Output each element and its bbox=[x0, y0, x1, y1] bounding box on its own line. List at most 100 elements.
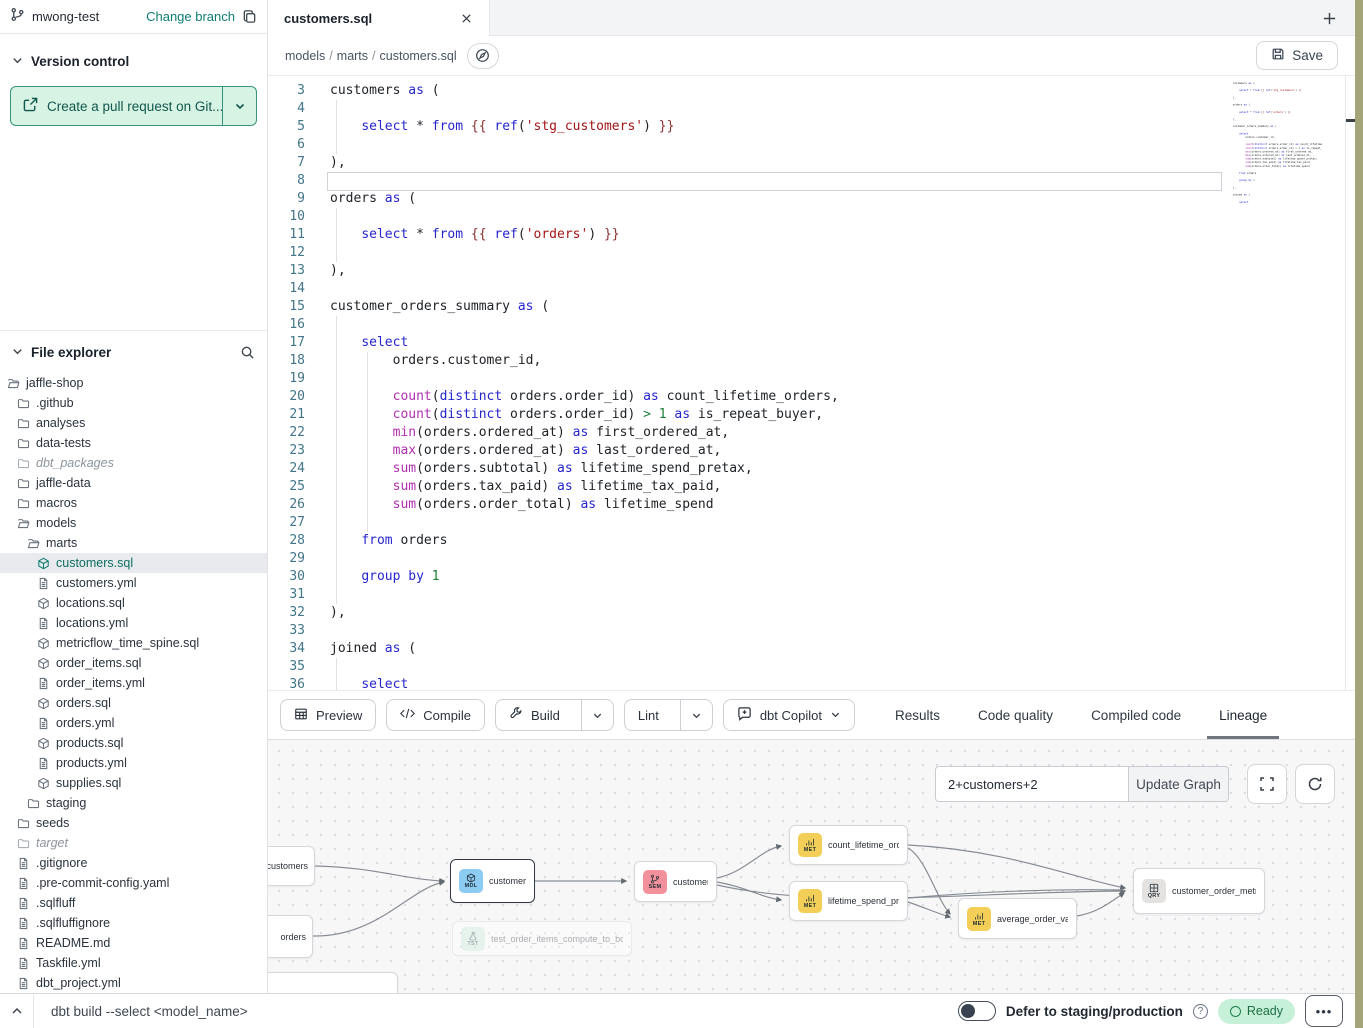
lineage-node-count_lifetime_orders[interactable]: METcount_lifetime_orders bbox=[789, 825, 908, 865]
close-icon[interactable] bbox=[460, 12, 473, 25]
more-options-button[interactable]: ••• bbox=[1305, 995, 1343, 1027]
copy-icon[interactable] bbox=[242, 9, 257, 24]
model-cube-icon bbox=[37, 597, 50, 610]
editor-header: models/marts/customers.sql Save bbox=[268, 36, 1355, 76]
collapse-panel-button[interactable] bbox=[0, 994, 34, 1028]
file-tree-item-orders-yml[interactable]: orders.yml bbox=[0, 713, 267, 733]
file-tree-item-customers-sql[interactable]: customers.sql bbox=[0, 553, 267, 573]
file-tree-item-marts[interactable]: marts bbox=[0, 533, 267, 553]
line-number: 27 bbox=[268, 514, 305, 532]
lint-button[interactable]: Lint bbox=[625, 700, 672, 730]
file-tree-item-order-items-sql[interactable]: order_items.sql bbox=[0, 653, 267, 673]
file-tree-item-dbt-packages[interactable]: dbt_packages bbox=[0, 453, 267, 473]
copilot-dropdown-caret[interactable] bbox=[830, 708, 841, 723]
file-tree-item-customers-yml[interactable]: customers.yml bbox=[0, 573, 267, 593]
ready-status-badge[interactable]: Ready bbox=[1218, 999, 1295, 1024]
file-tree-item-macros[interactable]: macros bbox=[0, 493, 267, 513]
file-tree-item-order-items-yml[interactable]: order_items.yml bbox=[0, 673, 267, 693]
file-tree-item--gitignore[interactable]: .gitignore bbox=[0, 853, 267, 873]
wrench-icon bbox=[509, 707, 523, 724]
lineage-node-customers_mdl[interactable]: MDLcustomers bbox=[450, 859, 535, 903]
chevron-down-icon[interactable] bbox=[12, 54, 23, 69]
create-pr-button[interactable]: Create a pull request on Git... bbox=[10, 86, 257, 126]
doc-icon bbox=[17, 917, 30, 930]
lint-dropdown-caret[interactable] bbox=[680, 700, 712, 730]
indent-guide bbox=[336, 568, 337, 586]
compass-icon-button[interactable] bbox=[467, 43, 499, 69]
fullscreen-button[interactable] bbox=[1247, 764, 1287, 804]
file-tree-item-metricflow-time-spine-sql[interactable]: metricflow_time_spine.sql bbox=[0, 633, 267, 653]
lineage-node-orders[interactable]: orders bbox=[268, 915, 313, 958]
code-editor[interactable]: 23customers as (45 select * from {{ ref(… bbox=[268, 76, 1355, 690]
file-tree-item-taskfile-yml[interactable]: Taskfile.yml bbox=[0, 953, 267, 973]
file-tree-item-staging[interactable]: staging bbox=[0, 793, 267, 813]
file-tree-item-locations-yml[interactable]: locations.yml bbox=[0, 613, 267, 633]
lineage-node-partial_bottom[interactable] bbox=[268, 972, 398, 993]
file-tree-item-data-tests[interactable]: data-tests bbox=[0, 433, 267, 453]
breadcrumb-segment[interactable]: models bbox=[285, 49, 325, 63]
refresh-button[interactable] bbox=[1295, 764, 1335, 804]
breadcrumb-segment[interactable]: marts bbox=[337, 49, 368, 63]
line-number: 24 bbox=[268, 460, 305, 478]
compile-button[interactable]: Compile bbox=[386, 699, 485, 731]
tab-customers-sql[interactable]: customers.sql bbox=[268, 0, 490, 36]
editor-scrollbar[interactable] bbox=[1345, 76, 1355, 690]
lineage-node-test_node[interactable]: TSTtest_order_items_compute_to_bools... bbox=[452, 921, 632, 956]
new-tab-button[interactable] bbox=[1317, 6, 1341, 30]
code-line-16: 16 bbox=[268, 316, 1355, 334]
panel-tab-compiled-code[interactable]: Compiled code bbox=[1091, 691, 1181, 739]
file-tree-item--sqlfluff[interactable]: .sqlfluff bbox=[0, 893, 267, 913]
file-tree-item--sqlfluffignore[interactable]: .sqlfluffignore bbox=[0, 913, 267, 933]
file-tree-item-target[interactable]: target bbox=[0, 833, 267, 853]
lineage-node-customers_sem[interactable]: SEMcustomers bbox=[634, 861, 717, 902]
lineage-node-customer_order_metrics[interactable]: QRYcustomer_order_metrics bbox=[1133, 868, 1265, 914]
pr-dropdown-caret[interactable] bbox=[222, 87, 256, 125]
dbt-command-text[interactable]: dbt build --select <model_name> bbox=[51, 1004, 248, 1019]
file-tree-item-supplies-sql[interactable]: supplies.sql bbox=[0, 773, 267, 793]
line-number: 10 bbox=[268, 208, 305, 226]
search-icon[interactable] bbox=[240, 345, 255, 360]
build-button[interactable]: Build bbox=[496, 700, 573, 730]
build-dropdown-caret[interactable] bbox=[581, 700, 613, 730]
file-tree-item-jaffle-data[interactable]: jaffle-data bbox=[0, 473, 267, 493]
file-tree-item-products-yml[interactable]: products.yml bbox=[0, 753, 267, 773]
file-tree-item-seeds[interactable]: seeds bbox=[0, 813, 267, 833]
file-tree-item-dbt-project-yml[interactable]: dbt_project.yml bbox=[0, 973, 267, 993]
file-tree-item--github[interactable]: .github bbox=[0, 393, 267, 413]
lineage-node-lifetime_spend_pretax[interactable]: METlifetime_spend_pretax bbox=[789, 881, 908, 921]
file-tree-item-readme-md[interactable]: README.md bbox=[0, 933, 267, 953]
file-tree-item-orders-sql[interactable]: orders.sql bbox=[0, 693, 267, 713]
file-tree-item-models[interactable]: models bbox=[0, 513, 267, 533]
doc-icon bbox=[17, 877, 30, 890]
panel-tab-lineage[interactable]: Lineage bbox=[1219, 691, 1267, 739]
chevron-down-icon[interactable] bbox=[12, 345, 23, 360]
file-tree-item-jaffle-shop[interactable]: jaffle-shop bbox=[0, 373, 267, 393]
panel-tab-code-quality[interactable]: Code quality bbox=[978, 691, 1053, 739]
update-graph-button[interactable]: Update Graph bbox=[1128, 766, 1229, 802]
indent-guide bbox=[336, 658, 337, 676]
save-icon bbox=[1271, 47, 1285, 64]
file-tree-item-locations-sql[interactable]: locations.sql bbox=[0, 593, 267, 613]
defer-label: Defer to staging/production bbox=[1006, 1004, 1183, 1019]
preview-button[interactable]: Preview bbox=[280, 699, 376, 731]
file-tree-label: supplies.sql bbox=[56, 776, 121, 790]
file-tree-label: data-tests bbox=[36, 436, 91, 450]
file-tree-item-products-sql[interactable]: products.sql bbox=[0, 733, 267, 753]
file-tree-item--pre-commit-config-yaml[interactable]: .pre-commit-config.yaml bbox=[0, 873, 267, 893]
lineage-selector-input[interactable] bbox=[935, 766, 1128, 802]
dbt-copilot-button[interactable]: dbt Copilot bbox=[723, 699, 855, 731]
file-tree-item-analyses[interactable]: analyses bbox=[0, 413, 267, 433]
lineage-node-average_order_value[interactable]: METaverage_order_value bbox=[958, 898, 1077, 939]
toggle-knob bbox=[961, 1004, 975, 1018]
code-line-19: 19 bbox=[268, 370, 1355, 388]
change-branch-link[interactable]: Change branch bbox=[146, 9, 235, 24]
lineage-node-stg_customers[interactable]: stg_customers bbox=[268, 846, 315, 886]
panel-tab-results[interactable]: Results bbox=[895, 691, 940, 739]
doc-icon bbox=[17, 977, 30, 990]
save-button[interactable]: Save bbox=[1256, 41, 1338, 70]
branch-name: mwong-test bbox=[32, 9, 99, 24]
defer-toggle[interactable] bbox=[958, 1001, 996, 1021]
copilot-chat-icon bbox=[737, 706, 752, 724]
breadcrumb-segment[interactable]: customers.sql bbox=[380, 49, 457, 63]
help-icon[interactable]: ? bbox=[1193, 1004, 1208, 1019]
